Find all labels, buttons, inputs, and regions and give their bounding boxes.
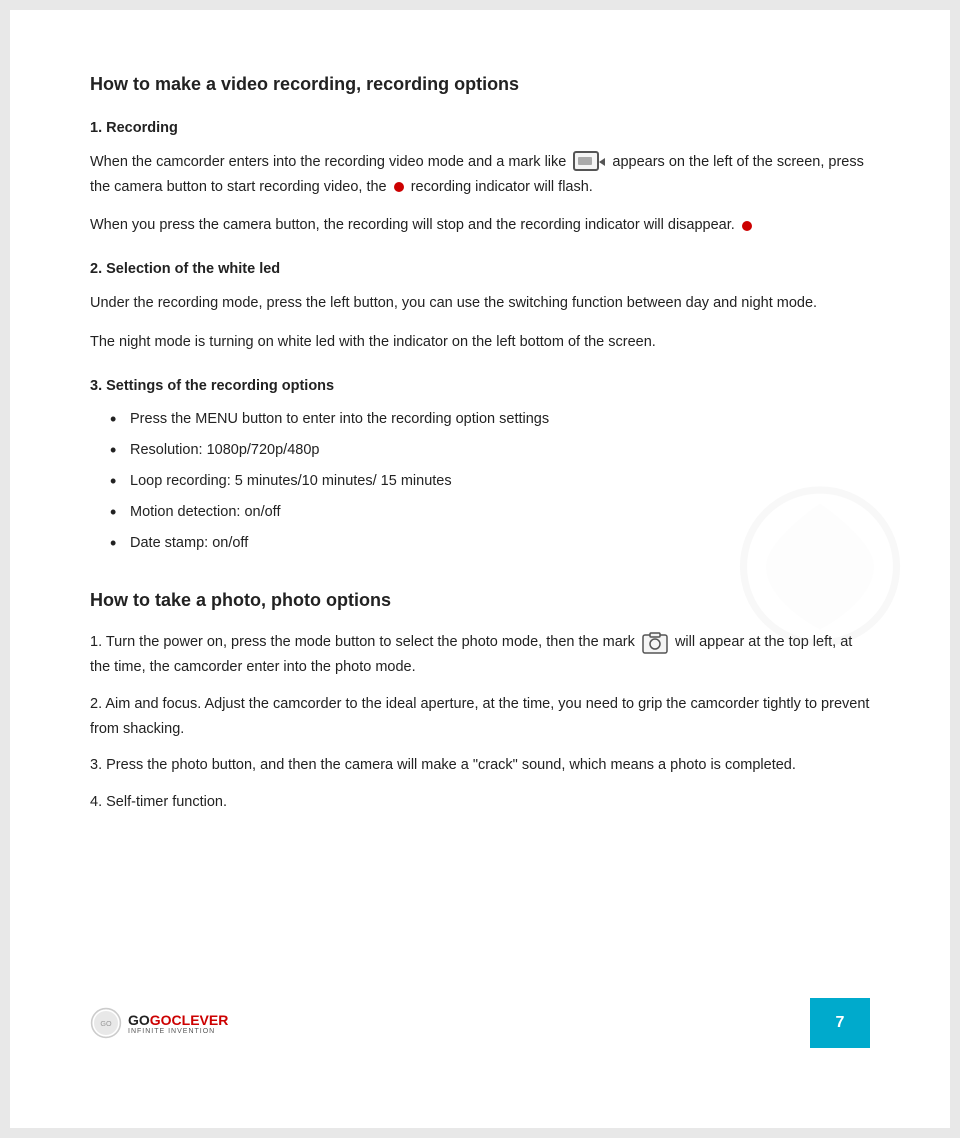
photo-section-heading: How to take a photo, photo options [90,586,870,615]
list-item: Date stamp: on/off [110,532,870,555]
section2-para1: Under the recording mode, press the left… [90,291,870,316]
section3: 3. Settings of the recording options Pre… [90,375,870,556]
photo-mode-icon [642,630,668,655]
logo-text-block: GO GOCLEVER INFINITE INVENTION [128,1012,228,1035]
photo-item-2: 2. Aim and focus. Adjust the camcorder t… [90,692,870,741]
content: How to make a video recording, recording… [90,70,870,998]
footer: GO GO GOCLEVER INFINITE INVENTION 7 [90,998,870,1048]
photo-item-2-number: 2. [90,696,105,712]
logo-top: GO GOCLEVER [128,1012,228,1028]
section1-para1-end: recording indicator will flash. [411,179,593,195]
logo-brand: GOCLEVER [150,1012,229,1028]
photo-item-2-text: Aim and focus. Adjust the camcorder to t… [90,696,869,737]
photo-item-1-number: 1. [90,635,106,651]
section2: 2. Selection of the white led Under the … [90,258,870,354]
svg-text:GO: GO [100,1019,112,1028]
recording-dot-2 [742,221,752,231]
list-item: Resolution: 1080p/720p/480p [110,439,870,462]
recording-dot-indicator [394,182,404,192]
photo-item-4: 4. Self-timer function. [90,790,870,815]
list-item: Press the MENU button to enter into the … [110,408,870,431]
list-item: Motion detection: on/off [110,501,870,524]
section1-para1: When the camcorder enters into the recor… [90,150,870,199]
main-heading: How to make a video recording, recording… [90,70,870,99]
photo-item-3-text: Press the photo button, and then the cam… [106,757,796,773]
rec-mode-icon [573,150,605,175]
photo-item-1-before: Turn the power on, press the mode button… [106,635,635,651]
photo-item-4-number: 4. [90,794,106,810]
section1-para1-before: When the camcorder enters into the recor… [90,154,566,170]
section1-para2: When you press the camera button, the re… [90,213,870,238]
list-item: Loop recording: 5 minutes/10 minutes/ 15… [110,470,870,493]
section2-para2: The night mode is turning on white led w… [90,330,870,355]
photo-item-3: 3. Press the photo button, and then the … [90,753,870,778]
photo-item-1: 1. Turn the power on, press the mode but… [90,630,870,679]
footer-logo: GO GO GOCLEVER INFINITE INVENTION [90,998,248,1048]
logo-icon: GO [90,1007,122,1039]
section2-number: 2. Selection of the white led [90,258,870,281]
section3-number: 3. Settings of the recording options [90,375,870,398]
page-number: 7 [810,998,870,1048]
section1-para2-text: When you press the camera button, the re… [90,217,735,233]
logo-go: GO [128,1012,150,1028]
logo-subtitle: INFINITE INVENTION [128,1028,228,1035]
page: How to make a video recording, recording… [10,10,950,1128]
section1-number: 1. Recording [90,117,870,140]
photo-item-3-number: 3. [90,757,106,773]
section3-bullets: Press the MENU button to enter into the … [90,408,870,556]
photo-item-4-text: Self-timer function. [106,794,227,810]
